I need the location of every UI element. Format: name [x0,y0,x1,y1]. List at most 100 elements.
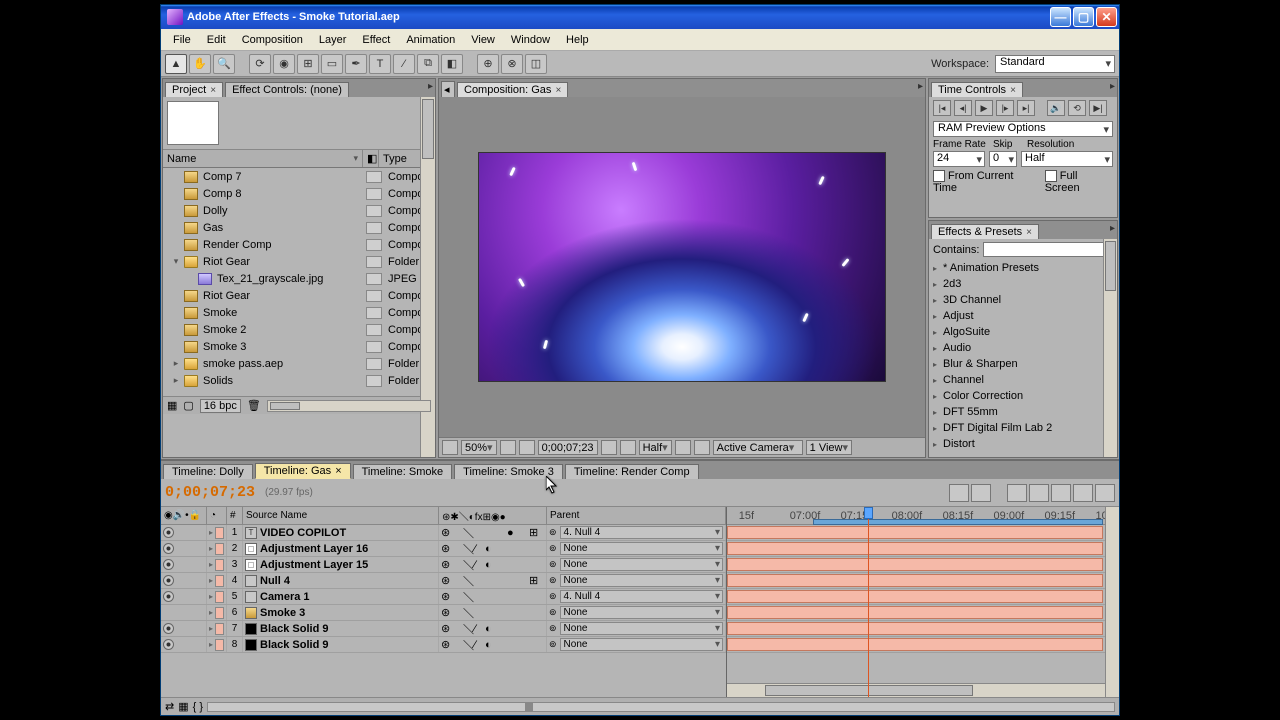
comp-tab[interactable]: Composition: Gas× [457,82,568,97]
frame-blend-icon[interactable] [1029,484,1049,502]
close-icon[interactable]: × [555,85,561,96]
timeline-current-time[interactable]: 0;00;07;23 [165,484,255,501]
panel-menu-icon[interactable]: ▸ [1110,81,1115,92]
menu-file[interactable]: File [165,32,199,48]
timeline-tab[interactable]: Timeline: Gas× [255,463,351,479]
menu-window[interactable]: Window [503,32,558,48]
layer-row[interactable]: ▸ 5 Camera 1 ⊛ ＼ ⊚4. Null 4 [161,589,726,605]
project-tab[interactable]: Project× [165,82,223,97]
effect-category[interactable]: ▸Audio [929,340,1117,356]
project-item[interactable]: Render CompCompo [163,236,435,253]
menu-help[interactable]: Help [558,32,597,48]
layer-track[interactable] [727,621,1119,637]
layer-track[interactable] [727,589,1119,605]
layer-track[interactable] [727,557,1119,573]
close-button[interactable]: ✕ [1096,7,1117,27]
parent-select[interactable]: None [560,542,723,555]
zoom-tool[interactable]: 🔍 [213,54,235,74]
3dview-select[interactable]: Active Camera [713,440,803,455]
current-time[interactable]: 0;00;07;23 [538,440,598,455]
toggle-modes-icon[interactable]: ▦ [178,700,188,713]
parent-select[interactable]: None [560,574,723,587]
camera-tool[interactable]: ◉ [273,54,295,74]
effect-category[interactable]: ▸Distort [929,436,1117,452]
brainstorm-icon[interactable] [1073,484,1093,502]
layer-row[interactable]: ▸ 7 Black Solid 9 ⊛ ＼ ∕ ◐ ⊚None [161,621,726,637]
project-list[interactable]: Comp 7CompoComp 8CompoDollyCompoGasCompo… [163,168,435,396]
effect-category[interactable]: ▸Blur & Sharpen [929,356,1117,372]
local-axis-tool[interactable]: ⊕ [477,54,499,74]
menu-view[interactable]: View [463,32,503,48]
transparency-icon[interactable] [694,440,710,455]
layer-track[interactable] [727,605,1119,621]
panel-menu-icon[interactable]: ▸ [1110,223,1115,234]
project-item[interactable]: SmokeCompo [163,304,435,321]
effects-presets-tab[interactable]: Effects & Presets× [931,224,1039,239]
next-frame-button[interactable]: |▸ [996,100,1014,116]
project-item[interactable]: Comp 7Compo [163,168,435,185]
layer-track[interactable] [727,541,1119,557]
parent-select[interactable]: None [560,622,723,635]
play-button[interactable]: ▶ [975,100,993,116]
timeline-tracks[interactable]: 15f07:00f07:15f08:00f08:15f09:00f09:15f1… [727,507,1119,697]
timeline-tab[interactable]: Timeline: Smoke 3 [454,464,563,479]
audio-button[interactable]: 🔊 [1047,100,1065,116]
hand-tool[interactable]: ✋ [189,54,211,74]
timeline-tab[interactable]: Timeline: Smoke [353,464,453,479]
safe-zones-icon[interactable] [500,440,516,455]
layer-row[interactable]: ▸ 2 Adjustment Layer 16 ⊛ ＼ ∕ ◐ ⊚None [161,541,726,557]
roi-icon[interactable] [675,440,691,455]
maximize-button[interactable]: ▢ [1073,7,1094,27]
expand-icon[interactable]: { } [193,701,203,713]
effect-category[interactable]: ▸* Animation Presets [929,260,1117,276]
prev-frame-button[interactable]: ◂| [954,100,972,116]
grid-icon[interactable] [519,440,535,455]
time-ruler[interactable]: 15f07:00f07:15f08:00f08:15f09:00f09:15f1… [727,507,1119,525]
close-icon[interactable]: × [1026,227,1032,238]
brush-tool[interactable]: ⁄ [393,54,415,74]
hide-shy-icon[interactable] [1007,484,1027,502]
eraser-tool[interactable]: ◧ [441,54,463,74]
effect-category[interactable]: ▸3D Channel [929,292,1117,308]
channel-icon[interactable] [620,440,636,455]
project-item[interactable]: ▸smoke pass.aepFolder [163,355,435,372]
resolution-input[interactable]: Half [1021,151,1113,167]
full-screen-check[interactable]: Full Screen [1045,170,1113,194]
composition-viewer[interactable] [439,97,925,437]
effect-controls-tab[interactable]: Effect Controls: (none) [225,82,349,97]
pan-behind-tool[interactable]: ⊞ [297,54,319,74]
project-item[interactable]: ▸SolidsFolder [163,372,435,389]
pen-tool[interactable]: ✒ [345,54,367,74]
parent-select[interactable]: None [560,558,723,571]
parent-select[interactable]: 4. Null 4 [560,526,723,539]
project-item[interactable]: Smoke 2Compo [163,321,435,338]
text-tool[interactable]: T [369,54,391,74]
effect-category[interactable]: ▸Color Correction [929,388,1117,404]
project-hscroll[interactable] [267,400,431,412]
source-col[interactable]: Source Name [243,507,439,524]
parent-select[interactable]: 4. Null 4 [560,590,723,603]
project-item[interactable]: Riot GearCompo [163,287,435,304]
skip-input[interactable]: 0 [989,151,1017,167]
layer-row[interactable]: ▸ 4 Null 4 ⊛ ＼ ⊞ ⊚None [161,573,726,589]
resolution-select[interactable]: Half [639,440,672,455]
current-time-indicator[interactable] [868,507,869,697]
layer-row[interactable]: ▸ 6 Smoke 3 ⊛ ＼ ⊚None [161,605,726,621]
layer-track[interactable] [727,573,1119,589]
panel-menu-icon[interactable]: ▸ [918,81,923,92]
project-item[interactable]: Smoke 3Compo [163,338,435,355]
view-axis-tool[interactable]: ◫ [525,54,547,74]
effects-list[interactable]: ▸* Animation Presets▸2d3▸3D Channel▸Adju… [929,260,1117,452]
timeline-tab[interactable]: Timeline: Dolly [163,464,253,479]
rotate-tool[interactable]: ⟳ [249,54,271,74]
first-frame-button[interactable]: |◂ [933,100,951,116]
close-icon[interactable]: × [1010,85,1016,96]
workspace-select[interactable]: Standard [995,55,1115,73]
new-folder-icon[interactable]: ▢ [183,399,193,412]
timeline-tab[interactable]: Timeline: Render Comp [565,464,699,479]
from-current-time-check[interactable]: From Current Time [933,170,1037,194]
layer-track[interactable] [727,637,1119,653]
loop-button[interactable]: ⟲ [1068,100,1086,116]
title-bar[interactable]: Adobe After Effects - Smoke Tutorial.aep… [161,5,1119,29]
parent-select[interactable]: None [560,606,723,619]
